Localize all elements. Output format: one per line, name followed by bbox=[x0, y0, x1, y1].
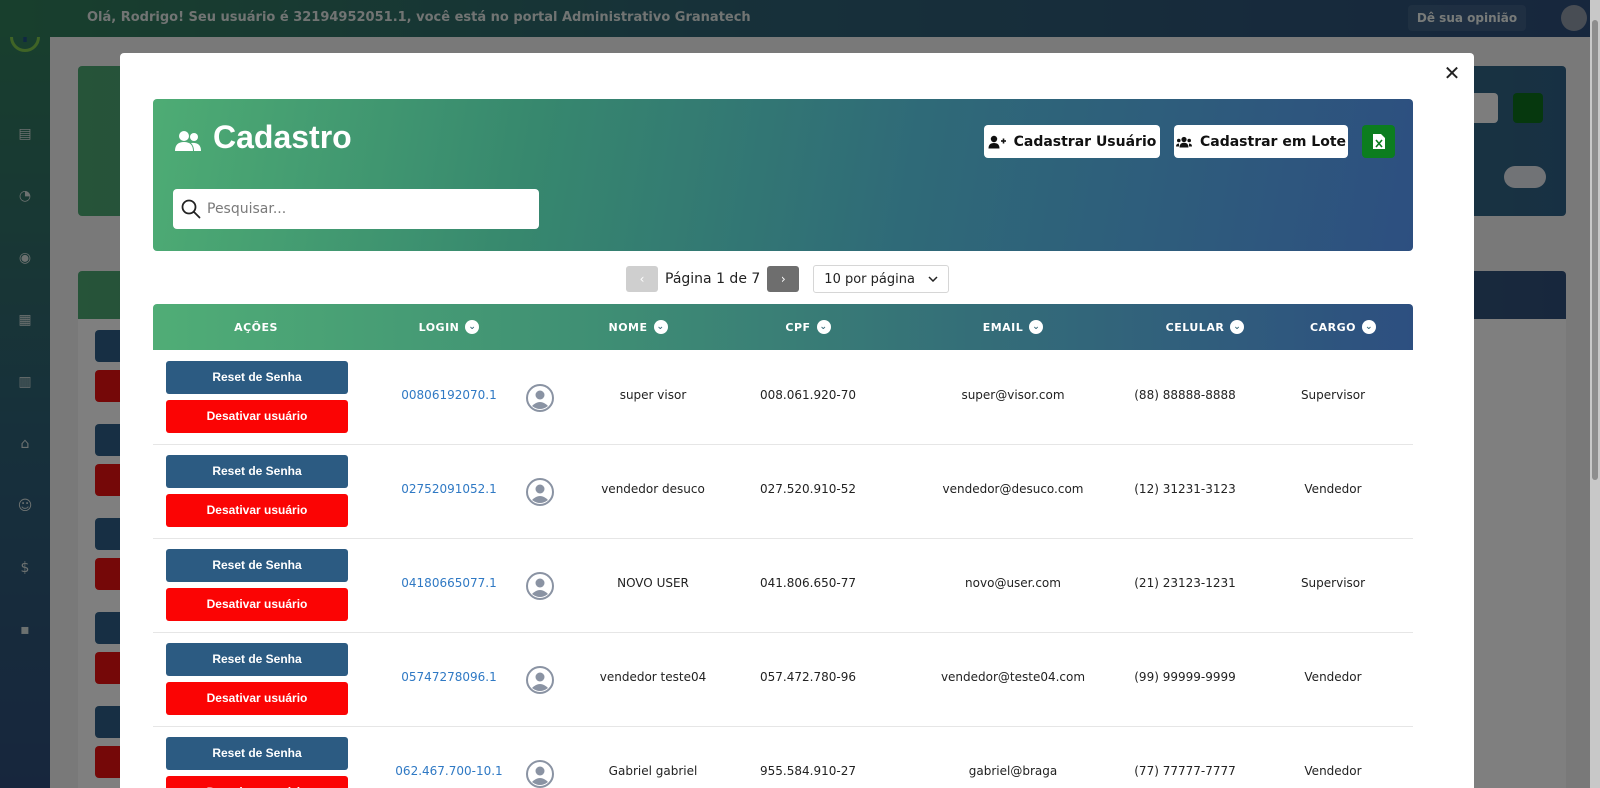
search-box[interactable] bbox=[173, 189, 539, 229]
user-avatar-icon bbox=[526, 760, 554, 788]
role-cell: Vendedor bbox=[1304, 482, 1362, 496]
column-label: CPF bbox=[785, 320, 811, 334]
column-actions: AÇÕES bbox=[153, 304, 359, 350]
reset-password-button[interactable]: Reset de Senha bbox=[166, 549, 348, 582]
chevron-down-circle-icon[interactable]: ⌄ bbox=[465, 320, 480, 334]
role-cell: Vendedor bbox=[1304, 764, 1362, 778]
disable-user-button[interactable]: Desativar usuário bbox=[166, 776, 348, 788]
name-cell: vendedor desuco bbox=[601, 482, 705, 496]
cadastro-modal: ✕ Cadastro Cadastrar Usuário bbox=[120, 53, 1474, 788]
user-avatar-icon bbox=[526, 666, 554, 694]
column-label: CELULAR bbox=[1165, 320, 1225, 334]
cpf-cell: 955.584.910-27 bbox=[760, 764, 856, 778]
user-plus-icon bbox=[988, 135, 1006, 148]
table-row: Reset de Senha Desativar usuário 062.467… bbox=[153, 727, 1413, 788]
column-label: AÇÕES bbox=[234, 320, 278, 334]
name-cell: vendedor teste04 bbox=[599, 670, 707, 684]
column-role[interactable]: CARGO ⌄ bbox=[1273, 304, 1413, 350]
chevron-down-circle-icon[interactable]: ⌄ bbox=[1029, 320, 1044, 334]
users-icon bbox=[1175, 136, 1192, 147]
column-email[interactable]: EMAIL ⌄ bbox=[913, 304, 1113, 350]
users-icon bbox=[175, 131, 201, 151]
chevron-down-icon bbox=[928, 276, 938, 282]
cpf-cell: 027.520.910-52 bbox=[760, 482, 856, 496]
pagination: ‹ Página 1 de 7 › 10 por página bbox=[626, 265, 950, 293]
column-phone[interactable]: CELULAR ⌄ bbox=[1115, 304, 1295, 350]
chevron-down-circle-icon[interactable]: ⌄ bbox=[1230, 320, 1245, 334]
column-label: CARGO bbox=[1310, 320, 1356, 334]
close-icon[interactable]: ✕ bbox=[1440, 61, 1464, 85]
login-link[interactable]: 00806192070.1 bbox=[359, 388, 539, 402]
phone-cell: (88) 88888-8888 bbox=[1134, 388, 1236, 402]
table-header: AÇÕES LOGIN ⌄ NOME ⌄ CPF ⌄ EMAIL ⌄ CELULAR ⌄ … bbox=[153, 304, 1413, 350]
export-excel-button[interactable] bbox=[1362, 125, 1395, 158]
per-page-select[interactable]: 10 por página bbox=[813, 265, 950, 293]
disable-user-button[interactable]: Desativar usuário bbox=[166, 682, 348, 715]
reset-password-button[interactable]: Reset de Senha bbox=[166, 737, 348, 770]
previous-page-button[interactable]: ‹ bbox=[626, 266, 658, 292]
login-link[interactable]: 02752091052.1 bbox=[359, 482, 539, 496]
column-login[interactable]: LOGIN ⌄ bbox=[359, 304, 539, 350]
column-label: NOME bbox=[608, 320, 648, 334]
table-row: Reset de Senha Desativar usuário 0080619… bbox=[153, 351, 1413, 445]
name-cell: NOVO USER bbox=[617, 576, 689, 590]
user-avatar-icon bbox=[526, 384, 554, 412]
user-avatar-icon bbox=[526, 572, 554, 600]
phone-cell: (12) 31231-3123 bbox=[1134, 482, 1236, 496]
table-row: Reset de Senha Desativar usuário 0418066… bbox=[153, 539, 1413, 633]
cpf-cell: 041.806.650-77 bbox=[760, 576, 856, 590]
register-batch-button[interactable]: Cadastrar em Lote bbox=[1174, 125, 1348, 158]
table-row: Reset de Senha Desativar usuário 0275209… bbox=[153, 445, 1413, 539]
search-input[interactable] bbox=[207, 197, 527, 221]
register-user-button[interactable]: Cadastrar Usuário bbox=[984, 125, 1160, 158]
cadastro-header: Cadastro Cadastrar Usuário bbox=[153, 99, 1413, 251]
page-scrollbar[interactable] bbox=[1590, 0, 1600, 788]
role-cell: Vendedor bbox=[1304, 670, 1362, 684]
name-cell: super visor bbox=[619, 388, 687, 402]
scrollbar-thumb[interactable] bbox=[1592, 20, 1598, 480]
phone-cell: (99) 99999-9999 bbox=[1134, 670, 1236, 684]
users-table-body: Reset de Senha Desativar usuário 0080619… bbox=[153, 351, 1413, 788]
phone-cell: (21) 23123-1231 bbox=[1134, 576, 1236, 590]
excel-icon bbox=[1372, 134, 1385, 149]
role-cell: Supervisor bbox=[1300, 388, 1366, 402]
search-icon bbox=[181, 199, 201, 219]
disable-user-button[interactable]: Desativar usuário bbox=[166, 588, 348, 621]
reset-password-button[interactable]: Reset de Senha bbox=[166, 455, 348, 488]
disable-user-button[interactable]: Desativar usuário bbox=[166, 494, 348, 527]
login-link[interactable]: 062.467.700-10.1 bbox=[359, 764, 539, 778]
reset-password-button[interactable]: Reset de Senha bbox=[166, 643, 348, 676]
chevron-down-circle-icon[interactable]: ⌄ bbox=[653, 320, 668, 334]
disable-user-button[interactable]: Desativar usuário bbox=[166, 400, 348, 433]
next-page-button[interactable]: › bbox=[767, 266, 800, 292]
column-cpf[interactable]: CPF ⌄ bbox=[718, 304, 898, 350]
cpf-cell: 008.061.920-70 bbox=[760, 388, 856, 402]
page-title: Cadastro bbox=[213, 119, 352, 155]
login-link[interactable]: 05747278096.1 bbox=[359, 670, 539, 684]
name-cell: Gabriel gabriel bbox=[608, 764, 698, 778]
login-link[interactable]: 04180665077.1 bbox=[359, 576, 539, 590]
register-batch-label: Cadastrar em Lote bbox=[1199, 133, 1347, 150]
page-indicator: Página 1 de 7 bbox=[665, 271, 761, 287]
chevron-down-circle-icon[interactable]: ⌄ bbox=[1361, 320, 1376, 334]
per-page-value: 10 por página bbox=[824, 271, 915, 287]
phone-cell: (77) 77777-7777 bbox=[1134, 764, 1236, 778]
user-avatar-icon bbox=[526, 478, 554, 506]
role-cell: Supervisor bbox=[1300, 576, 1366, 590]
reset-password-button[interactable]: Reset de Senha bbox=[166, 361, 348, 394]
register-user-label: Cadastrar Usuário bbox=[1013, 133, 1157, 150]
table-row: Reset de Senha Desativar usuário 0574727… bbox=[153, 633, 1413, 727]
cpf-cell: 057.472.780-96 bbox=[760, 670, 856, 684]
chevron-down-circle-icon[interactable]: ⌄ bbox=[816, 320, 831, 334]
column-label: LOGIN bbox=[418, 320, 460, 334]
column-name[interactable]: NOME ⌄ bbox=[548, 304, 728, 350]
column-label: EMAIL bbox=[982, 320, 1024, 334]
